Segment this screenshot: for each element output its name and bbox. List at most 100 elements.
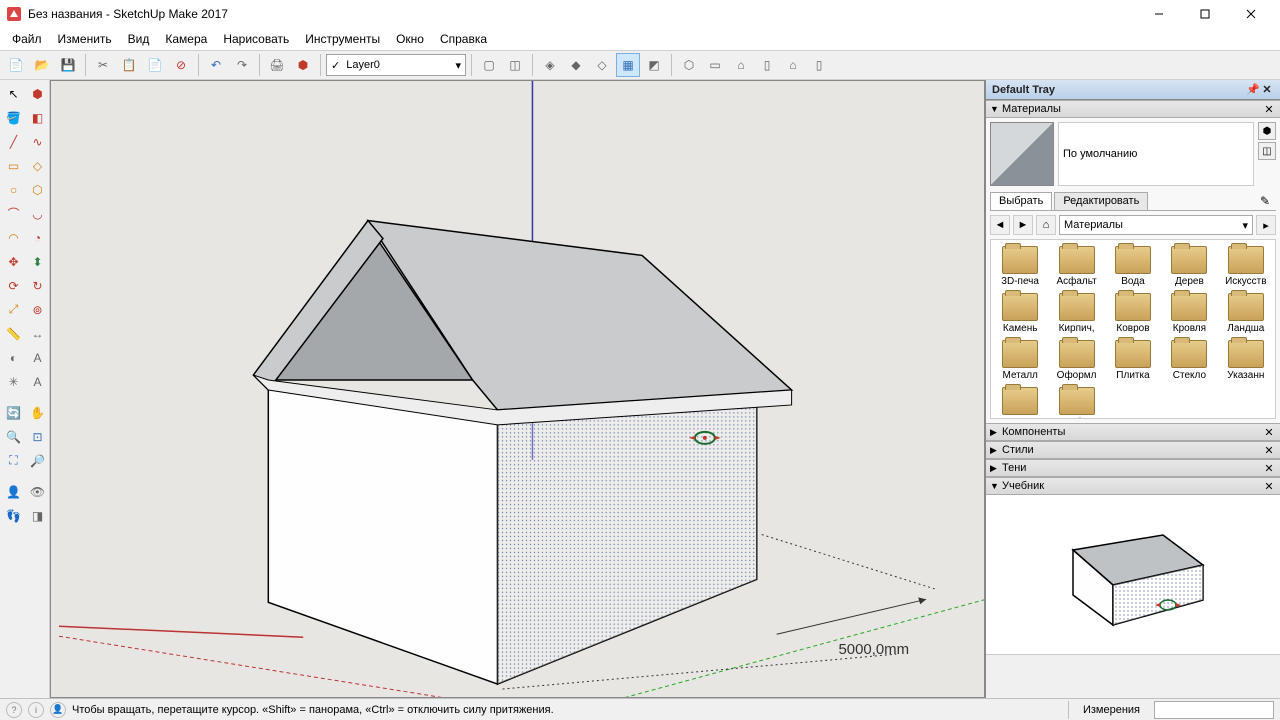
tutorial-panel-header[interactable]: ▼ Учебник ✕ bbox=[986, 477, 1280, 495]
pushpull-tool[interactable]: ⬍ bbox=[26, 250, 49, 273]
tray-close-icon[interactable]: ✕ bbox=[1260, 83, 1274, 96]
menu-file[interactable]: Файл bbox=[4, 30, 50, 48]
text3d-tool[interactable]: A bbox=[26, 370, 49, 393]
minimize-button[interactable] bbox=[1136, 0, 1182, 28]
position-camera-tool[interactable]: 👤 bbox=[2, 480, 25, 503]
freehand-tool[interactable]: ∿ bbox=[26, 130, 49, 153]
material-folder[interactable]: 3D-печа bbox=[993, 244, 1047, 289]
material-folder[interactable]: Плитка bbox=[1106, 338, 1160, 383]
material-folder[interactable]: Оформл bbox=[1049, 338, 1103, 383]
nav-home-button[interactable]: ⌂ bbox=[1036, 215, 1056, 235]
styles-close-icon[interactable]: ✕ bbox=[1262, 444, 1276, 457]
nav-details-button[interactable]: ▸ bbox=[1256, 215, 1276, 235]
undo-button[interactable]: ↶ bbox=[204, 53, 228, 77]
material-category-select[interactable]: Материалы▾ bbox=[1059, 215, 1253, 235]
viewport[interactable]: 5000,0mm bbox=[50, 80, 985, 698]
help-icon[interactable]: ? bbox=[6, 702, 22, 718]
material-folder[interactable]: Ландша bbox=[1219, 291, 1273, 336]
material-folder[interactable]: Дерев bbox=[1162, 244, 1216, 289]
menu-camera[interactable]: Камера bbox=[157, 30, 215, 48]
style-shaded-button[interactable]: ◈ bbox=[538, 53, 562, 77]
line-tool[interactable]: ╱ bbox=[2, 130, 25, 153]
pan-tool[interactable]: ✋ bbox=[26, 401, 49, 424]
nav-back-button[interactable]: ◄ bbox=[990, 215, 1010, 235]
cut-button[interactable]: ✂ bbox=[91, 53, 115, 77]
material-folder[interactable]: Металл bbox=[993, 338, 1047, 383]
arc3-tool[interactable]: ◠ bbox=[2, 226, 25, 249]
walk-tool[interactable]: 👣 bbox=[2, 504, 25, 527]
materials-close-icon[interactable]: ✕ bbox=[1262, 103, 1276, 116]
move-tool[interactable]: ✥ bbox=[2, 250, 25, 273]
style-xray-button[interactable]: ▦ bbox=[616, 53, 640, 77]
polygon-tool[interactable]: ⬡ bbox=[26, 178, 49, 201]
components-panel-header[interactable]: ▶ Компоненты ✕ bbox=[986, 423, 1280, 441]
eyedropper-icon[interactable]: ✎ bbox=[1254, 192, 1276, 210]
view-left-button[interactable]: ▯ bbox=[807, 53, 831, 77]
section-tool[interactable]: ◨ bbox=[26, 504, 49, 527]
tutorial-close-icon[interactable]: ✕ bbox=[1262, 480, 1276, 493]
zoom-tool[interactable]: 🔍 bbox=[2, 425, 25, 448]
rotate-tool[interactable]: ⟳ bbox=[2, 274, 25, 297]
user-icon[interactable]: 👤 bbox=[50, 702, 66, 718]
create-material-button[interactable]: ⬢ bbox=[1258, 122, 1276, 140]
select-tool[interactable]: ↖ bbox=[2, 82, 25, 105]
zoom-extents-tool[interactable]: ⛶ bbox=[2, 449, 25, 472]
arc2-tool[interactable]: ◡ bbox=[26, 202, 49, 225]
styles-panel-header[interactable]: ▶ Стили ✕ bbox=[986, 441, 1280, 459]
tape-tool[interactable]: 📏 bbox=[2, 322, 25, 345]
material-preview[interactable] bbox=[990, 122, 1054, 186]
paste-button[interactable]: 📄 bbox=[143, 53, 167, 77]
maximize-button[interactable] bbox=[1182, 0, 1228, 28]
pie-tool[interactable]: ◔ bbox=[26, 226, 49, 249]
material-folder[interactable]: Стекло bbox=[1162, 338, 1216, 383]
layer-select[interactable]: ✓Layer0▾ bbox=[326, 54, 466, 76]
style-mono-button[interactable]: ◇ bbox=[590, 53, 614, 77]
circle-tool[interactable]: ○ bbox=[2, 178, 25, 201]
material-folder[interactable]: Ковров bbox=[1106, 291, 1160, 336]
measurements-input[interactable] bbox=[1154, 701, 1274, 719]
redo-button[interactable]: ↷ bbox=[230, 53, 254, 77]
offset-tool[interactable]: ⊚ bbox=[26, 298, 49, 321]
followme-tool[interactable]: ↻ bbox=[26, 274, 49, 297]
open-file-button[interactable]: 📂 bbox=[30, 53, 54, 77]
paint-tool[interactable]: 🪣 bbox=[2, 106, 25, 129]
material-folder[interactable]: Камень bbox=[993, 291, 1047, 336]
menu-window[interactable]: Окно bbox=[388, 30, 432, 48]
tray-header[interactable]: Default Tray 📌 ✕ bbox=[986, 80, 1280, 100]
menu-draw[interactable]: Нарисовать bbox=[215, 30, 297, 48]
scale-tool[interactable]: ⤢ bbox=[2, 298, 25, 321]
material-folder[interactable]: Искусств bbox=[1219, 244, 1273, 289]
nav-forward-button[interactable]: ► bbox=[1013, 215, 1033, 235]
eraser-tool[interactable]: ◧ bbox=[26, 106, 49, 129]
view-back-button[interactable]: ⌂ bbox=[781, 53, 805, 77]
text-tool[interactable]: A bbox=[26, 346, 49, 369]
zoom-window-tool[interactable]: ⊡ bbox=[26, 425, 49, 448]
close-button[interactable] bbox=[1228, 0, 1274, 28]
tray-pin-icon[interactable]: 📌 bbox=[1246, 83, 1260, 96]
material-folder[interactable]: Цвета bbox=[993, 385, 1047, 419]
material-folder[interactable]: Асфальт bbox=[1049, 244, 1103, 289]
menu-view[interactable]: Вид bbox=[120, 30, 158, 48]
style-back-button[interactable]: ◩ bbox=[642, 53, 666, 77]
material-folder[interactable]: Вода bbox=[1106, 244, 1160, 289]
geo-icon[interactable]: i bbox=[28, 702, 44, 718]
materials-panel-header[interactable]: ▼ Материалы ✕ bbox=[986, 100, 1280, 118]
look-around-tool[interactable]: 👁 bbox=[26, 480, 49, 503]
material-folder[interactable]: Указанн bbox=[1219, 338, 1273, 383]
rectangle-tool[interactable]: ▭ bbox=[2, 154, 25, 177]
components-close-icon[interactable]: ✕ bbox=[1262, 426, 1276, 439]
axes-tool[interactable]: ✳ bbox=[2, 370, 25, 393]
materials-select-tab[interactable]: Выбрать bbox=[990, 192, 1052, 210]
material-name-input[interactable] bbox=[1058, 122, 1254, 186]
shadows-close-icon[interactable]: ✕ bbox=[1262, 462, 1276, 475]
copy-button[interactable]: 📋 bbox=[117, 53, 141, 77]
style-wireframe-button[interactable]: ▢ bbox=[477, 53, 501, 77]
materials-edit-tab[interactable]: Редактировать bbox=[1054, 192, 1148, 210]
orbit-tool[interactable]: 🔄 bbox=[2, 401, 25, 424]
model-info-button[interactable]: ⬢ bbox=[291, 53, 315, 77]
save-button[interactable]: 💾 bbox=[56, 53, 80, 77]
print-button[interactable]: 🖨 bbox=[265, 53, 289, 77]
material-folder[interactable]: Шабло bbox=[1049, 385, 1103, 419]
view-right-button[interactable]: ▯ bbox=[755, 53, 779, 77]
material-folder[interactable]: Кирпич, bbox=[1049, 291, 1103, 336]
